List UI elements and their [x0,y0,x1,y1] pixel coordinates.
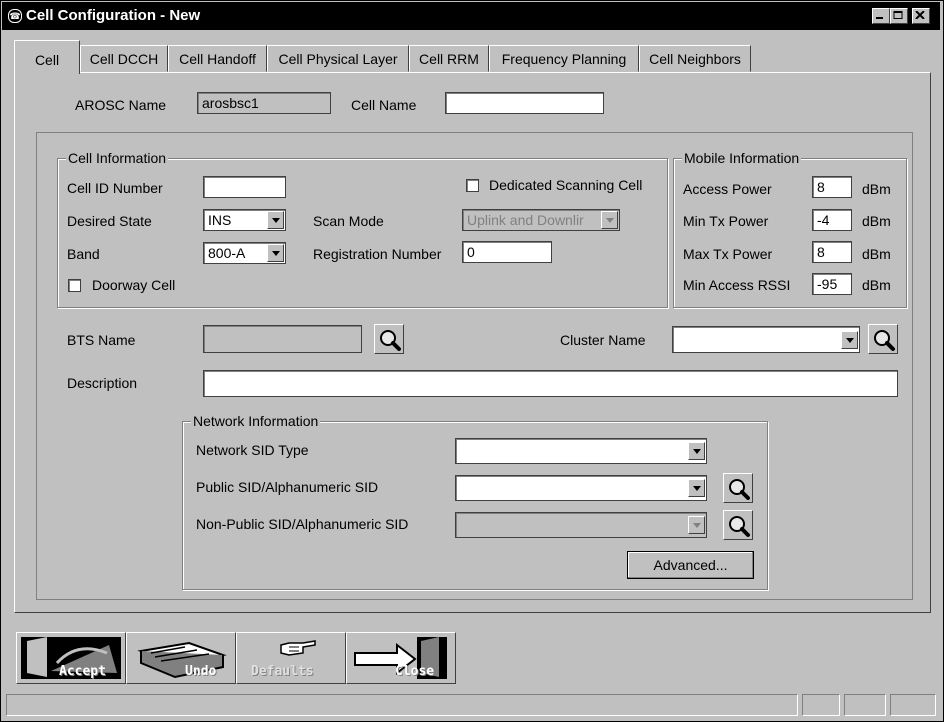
title-bar: ☎ Cell Configuration - New [2,2,940,30]
min-tx-power-label: Min Tx Power [683,213,769,229]
undo-button[interactable]: Undo [126,632,236,684]
close-icon [915,11,925,19]
minimize-icon [876,17,883,19]
close-label: Close [395,664,435,679]
arosc-name-label: AROSC Name [75,97,167,113]
dedicated-scanning-checkbox[interactable] [466,179,479,192]
tab-cell-rrm[interactable]: Cell RRM [409,45,489,72]
min-access-rssi-input[interactable]: -95 [812,273,852,295]
min-tx-power-unit: dBm [862,213,891,229]
status-bar-cell [802,694,840,716]
cluster-name-select[interactable] [672,326,860,353]
defaults-label: Defaults [251,664,314,679]
band-value: 800-A [208,245,246,261]
close-button[interactable]: Close [346,632,456,684]
band-label: Band [67,246,100,262]
status-bar-cell [890,694,936,716]
bts-name-field [203,325,362,353]
max-tx-power-unit: dBm [862,246,891,262]
minimize-button[interactable] [872,8,890,24]
cell-id-label: Cell ID Number [67,180,163,196]
min-access-rssi-label: Min Access RSSI [683,277,791,293]
chevron-down-icon[interactable] [267,211,284,229]
window-title: Cell Configuration - New [26,7,201,24]
chevron-down-icon[interactable] [267,244,284,262]
cluster-search-button[interactable] [868,324,898,354]
band-select[interactable]: 800-A [203,242,286,264]
desired-state-select[interactable]: INS [203,209,286,231]
chevron-down-icon [601,211,618,229]
non-public-sid-select [455,512,707,538]
public-sid-label: Public SID/Alphanumeric SID [196,479,379,495]
status-bar-cell [844,694,886,716]
tab-cell-physical-layer[interactable]: Cell Physical Layer [267,45,409,72]
phone-icon: ☎ [8,9,22,23]
access-power-input[interactable]: 8 [812,176,852,198]
accept-label: Accept [59,664,106,679]
close-window-button[interactable] [912,8,930,24]
description-input[interactable] [203,370,898,397]
chevron-down-icon[interactable] [841,331,858,349]
registration-number-input[interactable]: 0 [462,241,552,263]
chevron-down-icon[interactable] [688,479,705,497]
advanced-button[interactable]: Advanced... [627,551,754,579]
accept-button[interactable]: Accept [16,632,126,684]
undo-label: Undo [185,664,217,679]
tab-frequency-planning[interactable]: Frequency Planning [489,45,639,72]
network-sid-type-label: Network SID Type [196,442,309,458]
non-public-sid-search-button[interactable] [723,510,753,540]
doorway-cell-label: Doorway Cell [92,277,176,293]
chevron-down-icon[interactable] [688,442,705,460]
cell-information-title: Cell Information [66,150,169,166]
tab-cell-neighbors[interactable]: Cell Neighbors [639,45,751,72]
scan-mode-select: Uplink and Downlir [462,209,620,231]
chevron-down-icon [688,516,705,534]
max-tx-power-input[interactable]: 8 [812,241,852,263]
magnifier-icon [729,479,750,500]
network-sid-type-select[interactable] [455,438,707,464]
access-power-unit: dBm [862,181,891,197]
min-access-rssi-unit: dBm [862,277,891,293]
tab-cell[interactable]: Cell [14,40,80,74]
desired-state-label: Desired State [67,213,152,229]
magnifier-icon [380,330,401,351]
access-power-label: Access Power [683,181,772,197]
min-tx-power-input[interactable]: -4 [812,209,852,231]
cell-id-input[interactable] [203,176,286,198]
mobile-information-title: Mobile Information [682,150,802,166]
cell-name-input[interactable] [445,92,604,114]
max-tx-power-label: Max Tx Power [683,246,773,262]
bts-search-button[interactable] [374,324,404,354]
magnifier-icon [729,516,750,537]
defaults-button[interactable]: Defaults [236,632,346,684]
non-public-sid-label: Non-Public SID/Alphanumeric SID [196,516,409,532]
desired-state-value: INS [208,212,232,228]
public-sid-search-button[interactable] [723,473,753,503]
bts-name-label: BTS Name [67,332,136,348]
magnifier-icon [874,330,895,351]
arosc-name-field: arosbsc1 [197,92,331,114]
public-sid-select[interactable] [455,475,707,501]
status-bar-main [6,694,798,716]
registration-number-label: Registration Number [313,246,442,262]
network-information-title: Network Information [191,413,321,429]
scan-mode-label: Scan Mode [313,213,384,229]
description-label: Description [67,375,138,391]
dedicated-scanning-label: Dedicated Scanning Cell [489,177,643,193]
tab-cell-dcch[interactable]: Cell DCCH [80,45,168,72]
keyboard-icon [137,641,227,679]
cell-name-label: Cell Name [351,97,417,113]
tab-cell-handoff[interactable]: Cell Handoff [168,45,267,72]
maximize-icon [893,11,903,19]
doorway-cell-checkbox[interactable] [68,279,81,292]
maximize-button[interactable] [890,8,908,24]
cluster-name-label: Cluster Name [560,332,646,348]
scan-mode-value: Uplink and Downlir [467,212,584,228]
